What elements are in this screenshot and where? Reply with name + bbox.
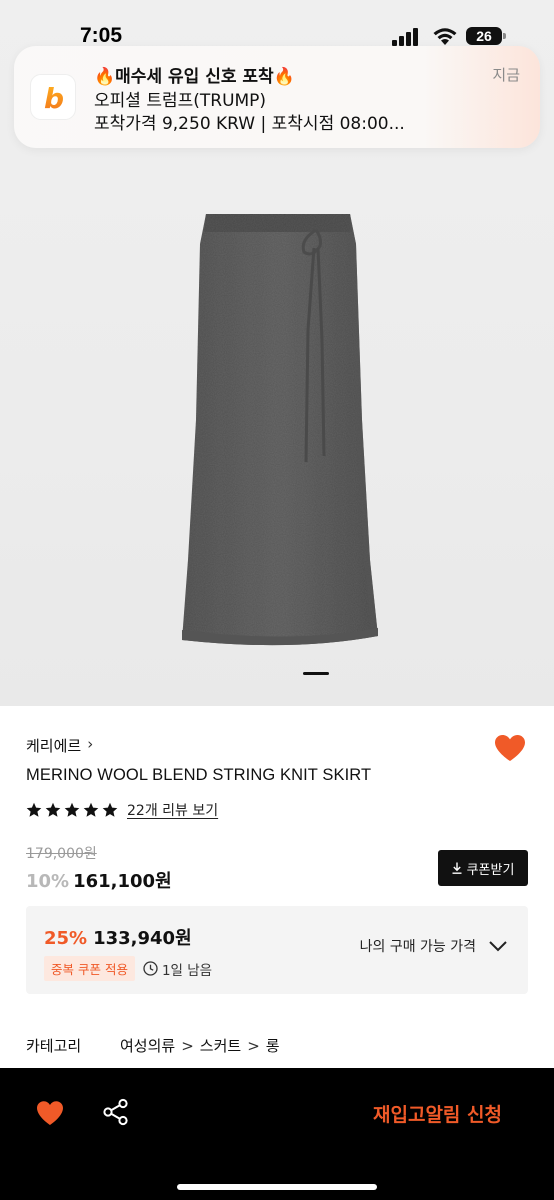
notification-line-2: 포착가격 9,250 KRW | 포착시점 08:00... bbox=[94, 114, 405, 134]
battery-icon: 26 bbox=[466, 27, 502, 45]
category-separator: > bbox=[181, 1036, 194, 1055]
discount-rate: 10% bbox=[26, 871, 70, 892]
stack-coupon-badge: 중복 쿠폰 적용 bbox=[44, 956, 135, 981]
heart-icon[interactable] bbox=[36, 1100, 64, 1126]
brand-name: 케리에르 bbox=[26, 736, 82, 755]
sale-price: 161,100원 bbox=[73, 871, 172, 892]
wishlist-heart-icon[interactable] bbox=[494, 734, 526, 762]
download-icon bbox=[452, 862, 462, 874]
category-label: 카테고리 bbox=[26, 1037, 82, 1055]
status-time: 7:05 bbox=[80, 24, 123, 47]
notification-time: 지금 bbox=[492, 66, 520, 84]
benefit-tags: 중복 쿠폰 적용 1일 남음 bbox=[44, 956, 212, 981]
chevron-down-icon bbox=[489, 941, 507, 952]
star-icon bbox=[83, 802, 99, 817]
battery-level: 26 bbox=[476, 28, 492, 44]
star-icon bbox=[26, 802, 42, 817]
wifi-icon bbox=[433, 28, 457, 45]
category-item[interactable]: 롱 bbox=[266, 1035, 280, 1056]
product-title: MERINO WOOL BLEND STRING KNIT SKIRT bbox=[26, 766, 372, 784]
chevron-right-icon: › bbox=[87, 735, 94, 753]
status-bar: 7:05 26 bbox=[0, 0, 554, 47]
time-left: 1일 남음 bbox=[143, 959, 212, 979]
bottom-action-bar: 재입고알림 신청 bbox=[0, 1068, 554, 1200]
benefit-price: 133,940원 bbox=[93, 928, 192, 949]
category-item[interactable]: 여성의류 bbox=[120, 1035, 175, 1056]
review-link[interactable]: 22개 리뷰 보기 bbox=[127, 800, 218, 820]
rating-row: 22개 리뷰 보기 bbox=[26, 799, 218, 821]
brand-link[interactable]: 케리에르 › bbox=[26, 734, 93, 756]
benefit-rate: 25% bbox=[44, 928, 88, 949]
star-icon bbox=[102, 802, 118, 817]
notification-title: 🔥매수세 유입 신호 포착🔥 bbox=[94, 67, 295, 87]
app-icon-letter: b bbox=[44, 82, 64, 114]
app-icon: b bbox=[30, 74, 76, 120]
star-icon bbox=[64, 802, 80, 817]
signal-icon bbox=[392, 28, 418, 46]
carousel-page-indicator bbox=[303, 672, 329, 675]
home-indicator bbox=[177, 1184, 377, 1190]
notification-line-1: 오피셜 트럼프(TRUMP) bbox=[94, 91, 267, 111]
category-separator: > bbox=[247, 1036, 260, 1055]
coupon-download-button[interactable]: 쿠폰받기 bbox=[438, 850, 528, 886]
coupon-button-label: 쿠폰받기 bbox=[466, 862, 515, 878]
my-price-label: 나의 구매 가능 가격 bbox=[359, 939, 476, 955]
star-icon bbox=[45, 802, 61, 817]
push-notification[interactable]: b 🔥매수세 유입 신호 포착🔥 오피셜 트럼프(TRUMP) 포착가격 9,2… bbox=[14, 46, 540, 148]
category-item[interactable]: 스커트 bbox=[200, 1035, 241, 1056]
benefit-price-row: 25% 133,940원 bbox=[44, 924, 192, 950]
restock-alert-button[interactable]: 재입고알림 신청 bbox=[373, 1100, 502, 1127]
price-row: 10% 161,100원 bbox=[26, 867, 172, 893]
battery-cap bbox=[503, 33, 506, 39]
time-left-label: 1일 남음 bbox=[161, 962, 213, 979]
category-breadcrumb: 카테고리 여성의류 > 스커트 > 롱 bbox=[26, 1035, 280, 1056]
benefit-price-box[interactable]: 25% 133,940원 중복 쿠폰 적용 1일 남음 나의 구매 가능 가격 bbox=[26, 906, 528, 994]
original-price: 179,000원 bbox=[26, 846, 97, 862]
my-price-toggle[interactable]: 나의 구매 가능 가격 bbox=[360, 936, 508, 956]
clock-icon bbox=[143, 961, 158, 976]
share-icon[interactable] bbox=[102, 1098, 130, 1126]
